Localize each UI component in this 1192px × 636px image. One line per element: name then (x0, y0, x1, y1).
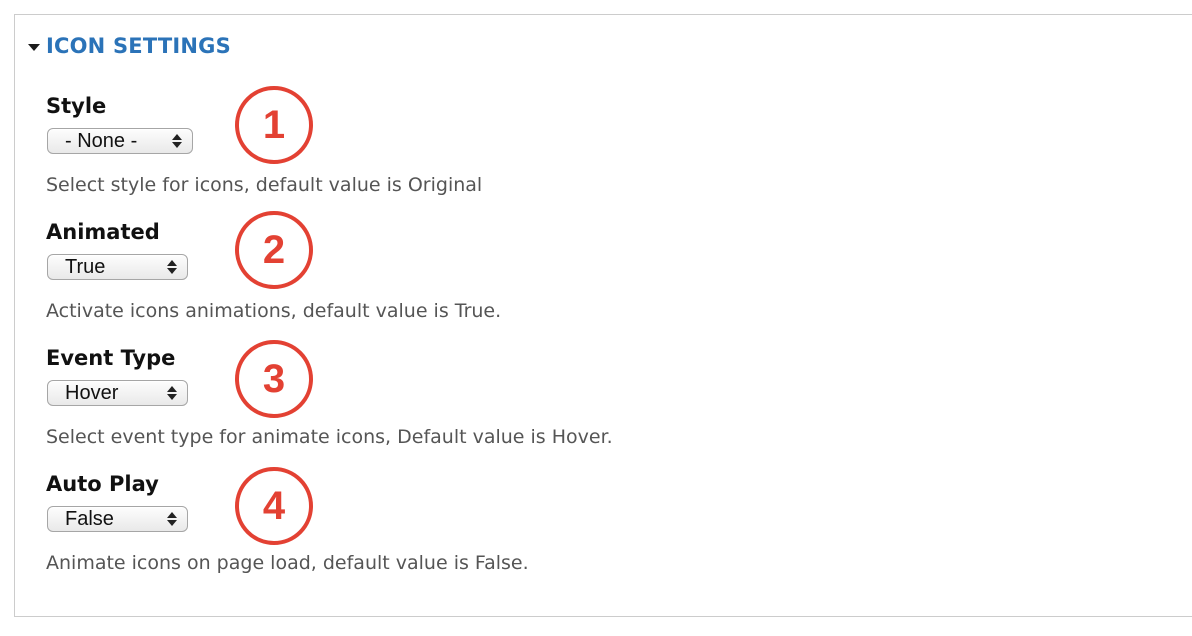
annotation-badge-3: 3 (235, 340, 313, 418)
annotation-badge-4: 4 (235, 467, 313, 545)
select-arrows-icon (167, 260, 177, 274)
auto-play-field: Auto Play False Animate icons on page lo… (46, 471, 746, 591)
event-type-select[interactable]: Hover (47, 380, 188, 406)
event-type-select-value: Hover (65, 382, 119, 404)
animated-field: Animated True Activate icons animations,… (46, 219, 746, 339)
animated-description: Activate icons animations, default value… (46, 300, 502, 322)
auto-play-select-value: False (65, 508, 114, 530)
caret-down-icon (28, 43, 40, 51)
event-type-label: Event Type (46, 346, 176, 370)
select-arrows-icon (167, 386, 177, 400)
annotation-badge-2: 2 (235, 211, 313, 289)
auto-play-description: Animate icons on page load, default valu… (46, 552, 529, 574)
style-select-value: - None - (65, 130, 138, 152)
animated-select[interactable]: True (47, 254, 188, 280)
animated-select-value: True (65, 256, 106, 278)
select-arrows-icon (172, 134, 182, 148)
event-type-field: Event Type Hover Select event type for a… (46, 345, 746, 465)
animated-label: Animated (46, 220, 160, 244)
auto-play-label: Auto Play (46, 472, 159, 496)
style-field: Style - None - Select style for icons, d… (46, 93, 746, 213)
style-label: Style (46, 94, 107, 118)
select-arrows-icon (167, 512, 177, 526)
annotation-badge-1: 1 (235, 86, 313, 164)
event-type-description: Select event type for animate icons, Def… (46, 426, 613, 448)
auto-play-select[interactable]: False (47, 506, 188, 532)
style-select[interactable]: - None - (47, 128, 193, 154)
style-description: Select style for icons, default value is… (46, 174, 483, 196)
icon-settings-toggle[interactable]: ICON SETTINGS (28, 30, 231, 62)
section-title: ICON SETTINGS (46, 34, 231, 58)
